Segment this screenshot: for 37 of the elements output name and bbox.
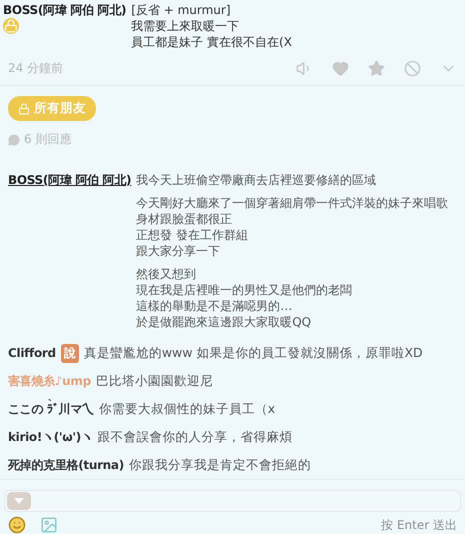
thread-text: 然後又想到 [136,266,198,282]
comment-text: 跟不會誤會你的人分享，省得麻煩 [98,428,293,446]
comment-text: 你跟我分享我是肯定不會拒絕的 [128,456,311,474]
post-text: 我需要上來取暖一下 [131,18,240,34]
image-icon[interactable] [40,516,58,534]
lock-icon [3,18,19,34]
emoji-icon[interactable] [8,516,26,534]
post-text: 員工都是妹子 實在很不自在(X [131,34,293,50]
comment-input[interactable] [4,490,461,512]
commenter-name[interactable]: Clifford [8,346,56,360]
dropdown-button[interactable] [7,492,31,510]
comment-text: 巴比塔小園園歡迎尼 [96,372,213,390]
commenter-name[interactable]: ここの ﾗ̀ﾞ川マ乀 [8,400,94,418]
thread-text: 於是做罷跑來這邊跟大家取暖QQ [136,314,312,330]
author-name[interactable]: BOSS(阿瑋 阿伯 阿北) [3,2,126,18]
block-icon[interactable] [404,60,421,77]
post-time: 24 分鐘前 [8,60,64,77]
thread-author[interactable]: BOSS(阿瑋 阿伯 阿北) [8,172,132,188]
lock-icon [18,102,30,114]
thread-text: 跟大家分享一下 [136,243,222,259]
commenter-name[interactable]: kirio!ヽ('ω')ヽ [8,428,93,446]
comment-text: 你需要大叔個性的妹子員工（x [98,400,276,418]
caret-icon [14,498,24,504]
thread-text: 現在我是店裡唯一的男性又是他們的老闆 [136,282,354,298]
commenter-name[interactable]: 死掉的克里格(turna) [8,456,124,474]
comment-text: 真是蠻尷尬的www 如果是你的員工發就沒關係，原罪啦XD [84,344,423,362]
thread-text: 正想發 發在工作群組 [136,227,250,243]
heart-icon[interactable] [332,60,349,77]
thread-text: 身材跟臉蛋都很正 [136,211,234,227]
speech-badge: 說 [60,344,79,362]
thread-text: 我今天上班偷空帶廠商去店裡巡要修繕的區域 [136,172,378,188]
post-tag: [反省 + murmur] [131,2,465,18]
send-hint: 按 Enter 送出 [381,516,457,534]
thread-text: 今天剛好大廳來了一個穿著細肩帶一件式洋裝的妹子來唱歌 [136,195,450,211]
comment-icon [8,134,20,146]
star-icon[interactable] [368,60,385,77]
thread-text: 這樣的舉動是不是滿噁男的… [136,298,294,314]
